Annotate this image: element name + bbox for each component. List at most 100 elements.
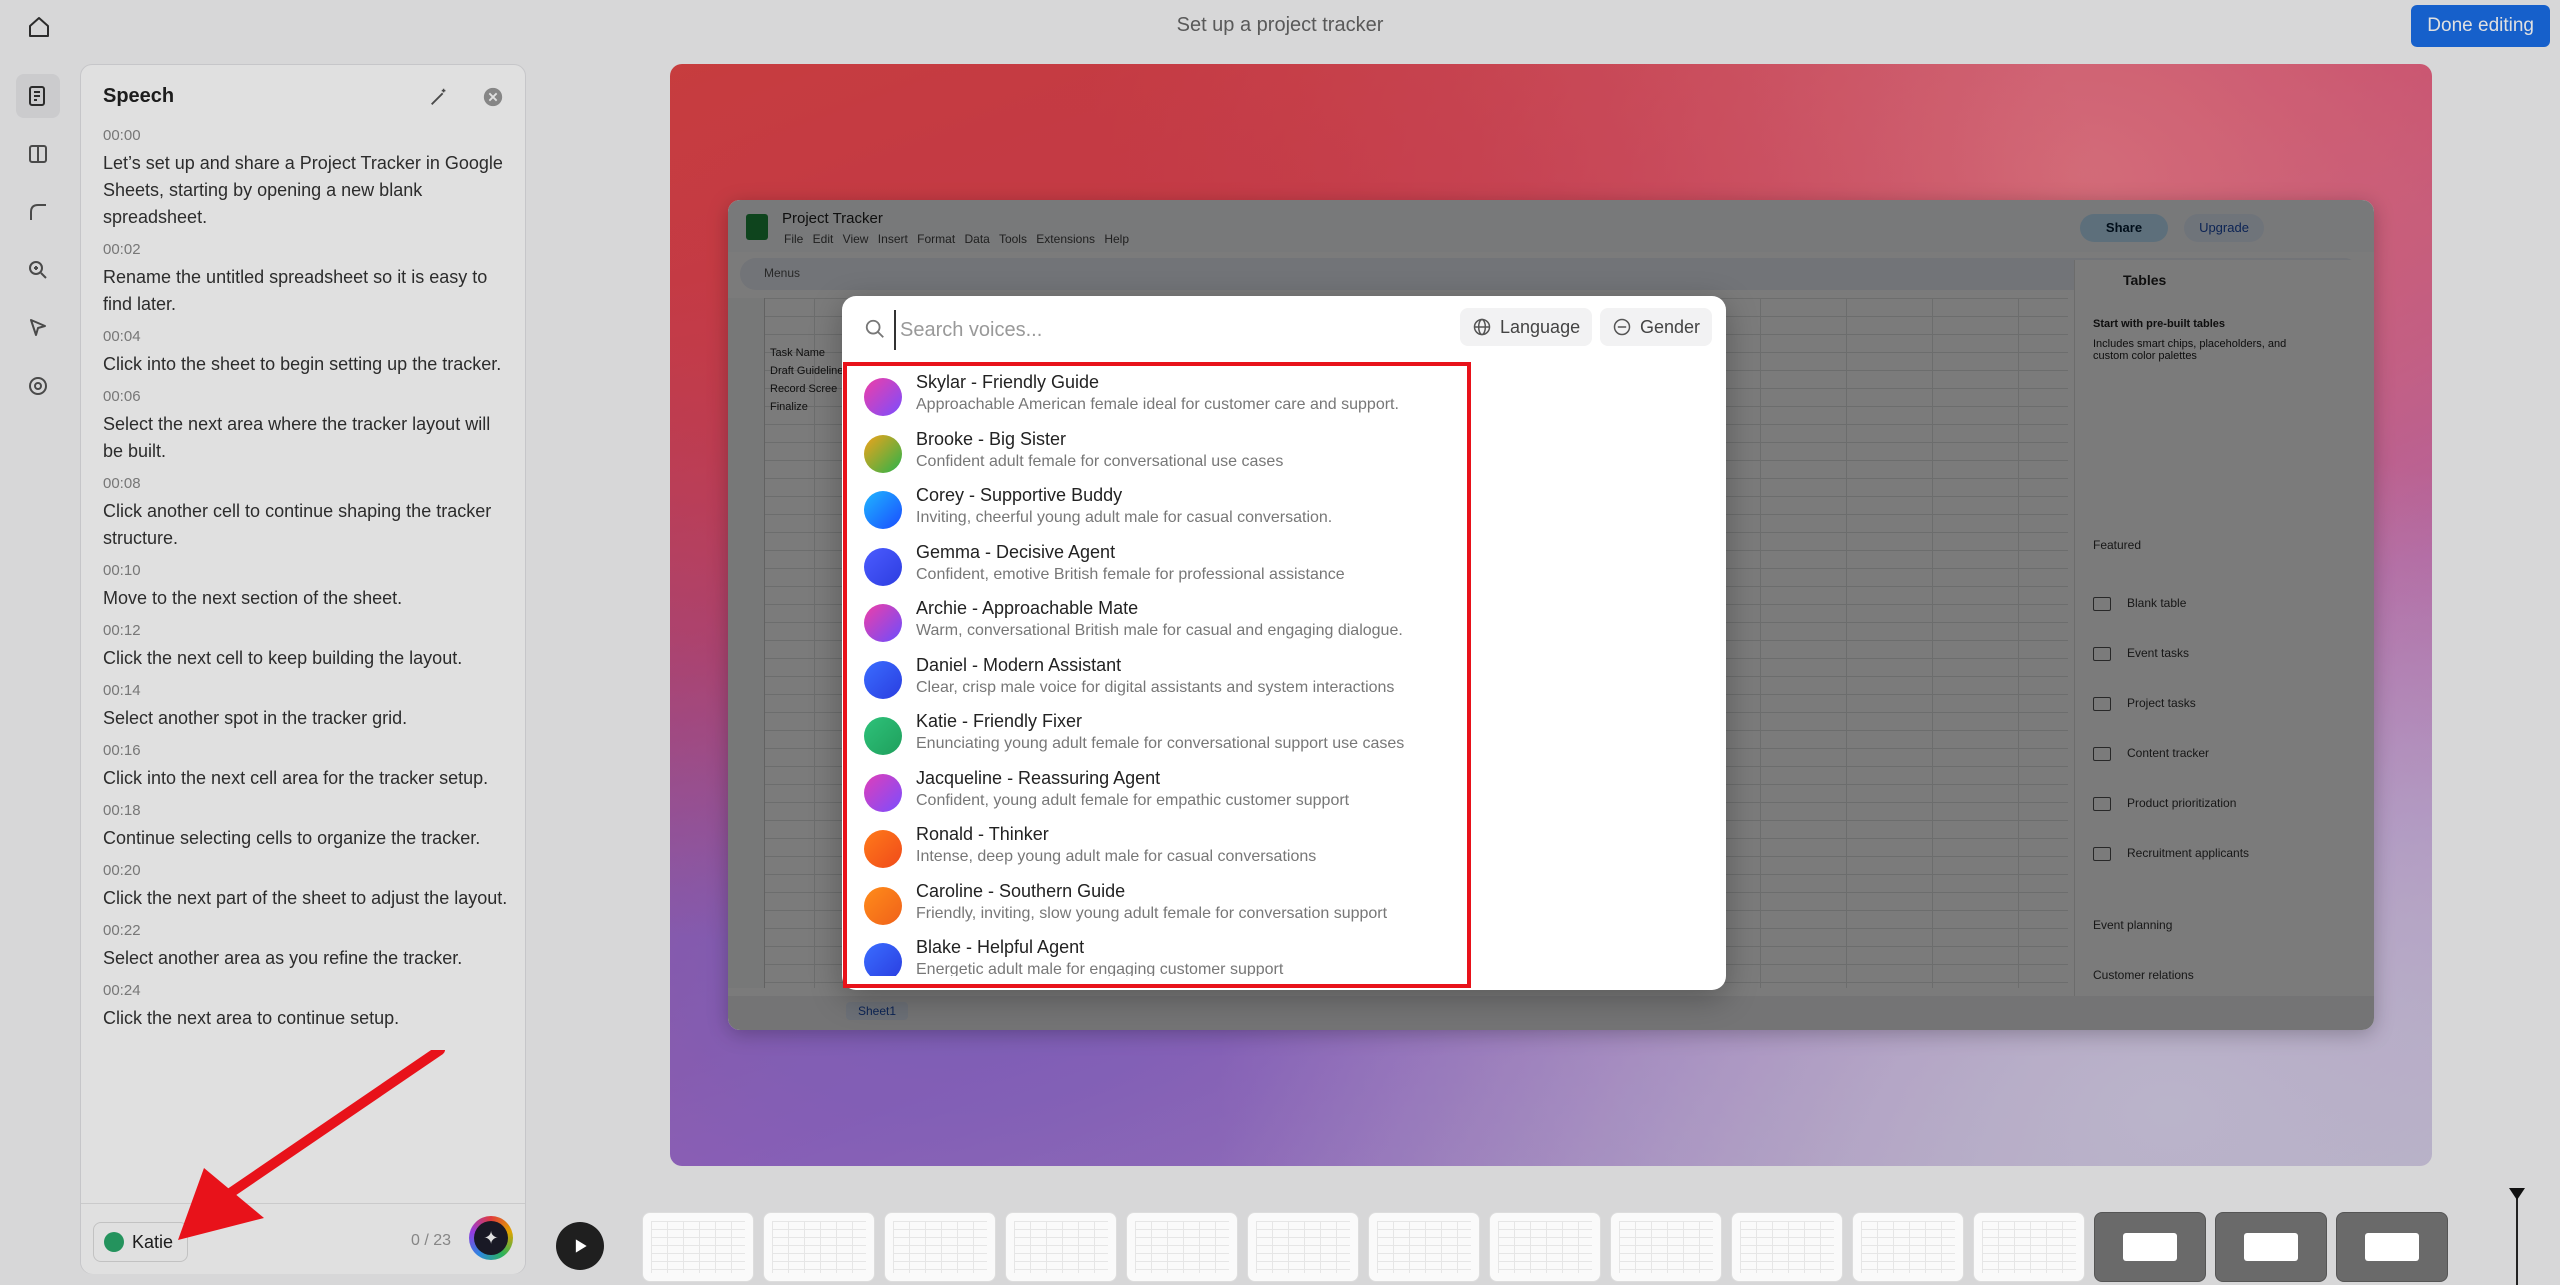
- segment-text[interactable]: Click the next cell to keep building the…: [103, 645, 515, 672]
- timeline-thumbnail[interactable]: [1731, 1212, 1843, 1282]
- segment-timestamp: 00:12: [103, 622, 141, 639]
- timeline-thumbnail[interactable]: [642, 1212, 754, 1282]
- zoom-tool-button[interactable]: [16, 248, 60, 292]
- speech-segment[interactable]: 00:24 Click the next area to continue set…: [103, 982, 515, 1032]
- playhead[interactable]: [2516, 1190, 2518, 1285]
- segment-timestamp: 00:06: [103, 388, 141, 405]
- segment-text[interactable]: Select another area as you refine the tr…: [103, 945, 515, 972]
- annotation-arrow: [178, 1050, 445, 1240]
- timeline-thumbnail[interactable]: [2094, 1212, 2206, 1282]
- timeline-thumbnail[interactable]: [2336, 1212, 2448, 1282]
- segment-text[interactable]: Rename the untitled spreadsheet so it is…: [103, 264, 515, 318]
- gender-icon: [1613, 318, 1631, 336]
- highlight-box: [843, 362, 1471, 988]
- segment-text[interactable]: Click into the sheet to begin setting up…: [103, 351, 515, 378]
- play-icon: [575, 1239, 587, 1253]
- magic-wand-icon: [431, 88, 446, 105]
- segment-text[interactable]: Move to the next section of the sheet.: [103, 585, 515, 612]
- thumbnail-preview: [772, 1221, 866, 1273]
- timeline-thumbnail[interactable]: [1973, 1212, 2085, 1282]
- thumbnail-preview: [1014, 1221, 1108, 1273]
- segment-timestamp: 00:10: [103, 562, 141, 579]
- cursor-tool-button[interactable]: [16, 306, 60, 350]
- timeline-thumbnail[interactable]: [2215, 1212, 2327, 1282]
- zoom-icon: [29, 261, 47, 279]
- thumbnail-preview: [1740, 1221, 1834, 1273]
- timeline: [540, 1200, 2560, 1285]
- curve-tool-button[interactable]: [16, 190, 60, 234]
- ai-generate-button[interactable]: ✦: [469, 1216, 513, 1260]
- speech-segment[interactable]: 00:22 Select another area as you refine t…: [103, 922, 515, 972]
- segment-timestamp: 00:16: [103, 742, 141, 759]
- segment-timestamp: 00:24: [103, 982, 141, 999]
- speech-segment[interactable]: 00:04 Click into the sheet to begin setti…: [103, 328, 515, 378]
- rewrite-button[interactable]: [423, 81, 455, 113]
- timeline-thumbnail[interactable]: [1489, 1212, 1601, 1282]
- thumbnail-preview: [1619, 1221, 1713, 1273]
- play-button[interactable]: [556, 1222, 604, 1270]
- done-editing-button[interactable]: Done editing: [2411, 5, 2550, 47]
- search-icon: [865, 319, 884, 338]
- timeline-thumbnail[interactable]: [1368, 1212, 1480, 1282]
- segment-text[interactable]: Click another cell to continue shaping t…: [103, 498, 515, 552]
- speech-segment[interactable]: 00:02 Rename the untitled spreadsheet so …: [103, 241, 515, 318]
- cursor-icon: [30, 319, 46, 336]
- sparkle-icon: ✦: [474, 1221, 508, 1255]
- thumbnail-preview: [1377, 1221, 1471, 1273]
- layout-tool-button[interactable]: [16, 132, 60, 176]
- segment-timestamp: 00:22: [103, 922, 141, 939]
- gender-filter-label: Gender: [1640, 316, 1701, 337]
- segment-timestamp: 00:14: [103, 682, 141, 699]
- thumbnail-preview: [1982, 1221, 2076, 1273]
- timeline-thumbnail[interactable]: [1610, 1212, 1722, 1282]
- segment-text[interactable]: Click the next area to continue setup.: [103, 1005, 515, 1032]
- thumbnail-preview: [2365, 1233, 2419, 1261]
- segment-timestamp: 00:18: [103, 802, 141, 819]
- voice-avatar: [104, 1232, 124, 1252]
- close-speech-button[interactable]: [479, 83, 507, 111]
- gender-filter-button[interactable]: Gender: [1600, 308, 1713, 346]
- globe-icon: [1473, 318, 1491, 336]
- thumbnail-preview: [1135, 1221, 1229, 1273]
- timeline-thumbnail[interactable]: [1247, 1212, 1359, 1282]
- help-icon: [29, 377, 47, 395]
- segment-text[interactable]: Continue selecting cells to organize the…: [103, 825, 515, 852]
- speech-segment[interactable]: 00:10 Move to the next section of the she…: [103, 562, 515, 612]
- segment-text[interactable]: Select the next area where the tracker l…: [103, 411, 515, 465]
- timeline-thumbnail[interactable]: [884, 1212, 996, 1282]
- playhead-handle[interactable]: [2509, 1188, 2525, 1200]
- timeline-thumbnail[interactable]: [1005, 1212, 1117, 1282]
- speech-segment[interactable]: 00:20 Click the next part of the sheet to…: [103, 862, 515, 912]
- help-tool-button[interactable]: [16, 364, 60, 408]
- segment-text[interactable]: Click into the next cell area for the tr…: [103, 765, 515, 792]
- timeline-thumbnail[interactable]: [1126, 1212, 1238, 1282]
- segment-text[interactable]: Click the next part of the sheet to adju…: [103, 885, 515, 912]
- segment-text[interactable]: Let’s set up and share a Project Tracker…: [103, 150, 515, 231]
- curve-icon: [30, 204, 46, 220]
- layout-icon: [29, 145, 47, 163]
- thumbnail-preview: [2123, 1233, 2177, 1261]
- thumbnail-preview: [1861, 1221, 1955, 1273]
- timeline-thumbnail[interactable]: [763, 1212, 875, 1282]
- language-filter-label: Language: [1500, 316, 1581, 337]
- thumbnail-preview: [2244, 1233, 2298, 1261]
- script-icon: [29, 86, 45, 106]
- segment-text[interactable]: Select another spot in the tracker grid.: [103, 705, 515, 732]
- speech-segment[interactable]: 00:06 Select the next area where the trac…: [103, 388, 515, 465]
- speech-segment[interactable]: 00:16 Click into the next cell area for t…: [103, 742, 515, 792]
- search-voices-input[interactable]: [894, 310, 1382, 350]
- speech-segment[interactable]: 00:12 Click the next cell to keep buildin…: [103, 622, 515, 672]
- speech-segment[interactable]: 00:18 Continue selecting cells to organiz…: [103, 802, 515, 852]
- speech-segment[interactable]: 00:00 Let’s set up and share a Project Tr…: [103, 127, 515, 231]
- speech-segment[interactable]: 00:08 Click another cell to continue shap…: [103, 475, 515, 552]
- segment-timestamp: 00:08: [103, 475, 141, 492]
- close-icon: [483, 87, 503, 107]
- segment-timestamp: 00:20: [103, 862, 141, 879]
- script-tool-button[interactable]: [16, 74, 60, 118]
- speech-segment[interactable]: 00:14 Select another spot in the tracker …: [103, 682, 515, 732]
- timeline-thumbnail[interactable]: [1852, 1212, 1964, 1282]
- thumbnail-preview: [1256, 1221, 1350, 1273]
- page-title: Set up a project tracker: [1176, 14, 1384, 36]
- language-filter-button[interactable]: Language: [1460, 308, 1593, 346]
- top-bar: Set up a project tracker Done editing: [0, 0, 2560, 54]
